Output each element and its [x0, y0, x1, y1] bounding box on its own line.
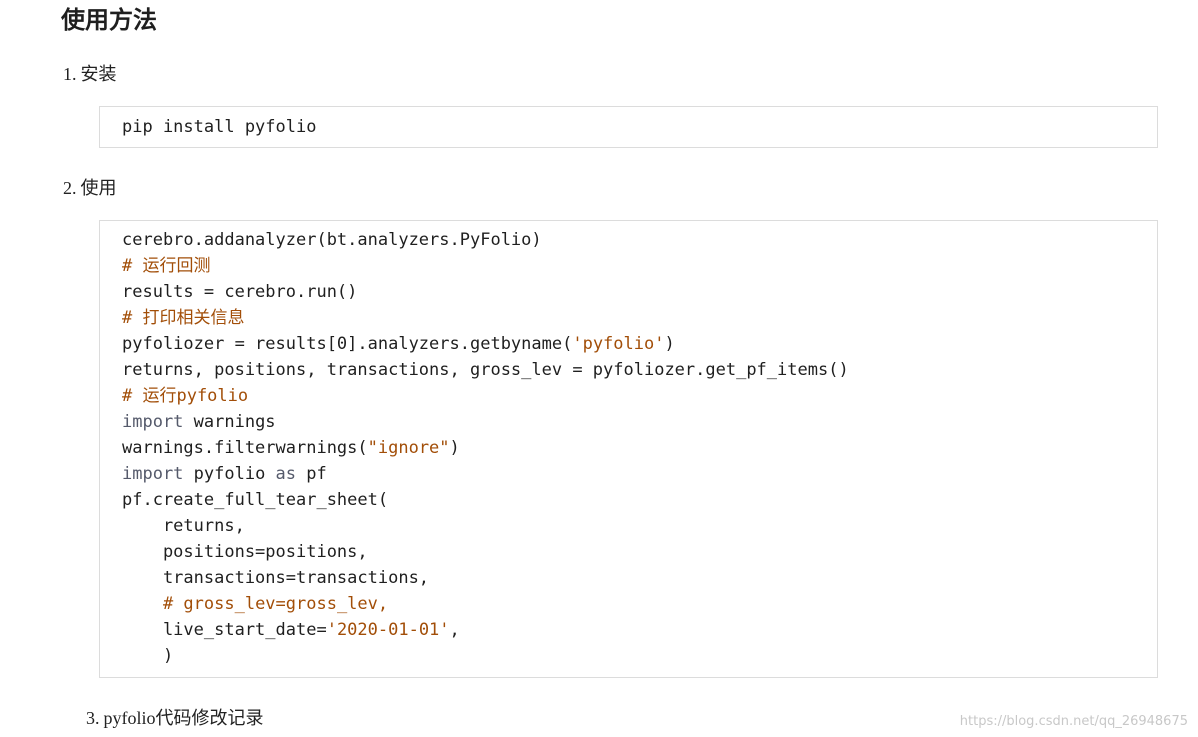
code-line: returns, positions, transactions, gross_… [122, 357, 1157, 383]
code-token-comment: # 运行回测 [122, 256, 211, 276]
code-line: pyfoliozer = results[0].analyzers.getbyn… [122, 331, 1157, 357]
code-line: positions=positions, [122, 539, 1157, 565]
code-token-plain: warnings [183, 412, 276, 432]
code-token-string: "ignore" [367, 438, 450, 458]
code-line: transactions=transactions, [122, 565, 1157, 591]
code-token-plain: live_start_date= [122, 620, 327, 640]
code-line: # 运行pyfolio [122, 383, 1157, 409]
step-label: 安装 [80, 64, 117, 84]
code-token-plain: pyfolio [183, 464, 276, 484]
install-code-block[interactable]: pip install pyfolio [99, 106, 1158, 148]
code-token-plain: pyfoliozer = results[0].analyzers.getbyn… [122, 334, 573, 354]
code-line: # 打印相关信息 [122, 305, 1157, 331]
code-token-plain: , [449, 620, 460, 640]
usage-code-block[interactable]: cerebro.addanalyzer(bt.analyzers.PyFolio… [99, 220, 1158, 678]
code-token-plain: results = cerebro.run() [122, 282, 358, 302]
code-line: pip install pyfolio [122, 117, 317, 137]
code-token-plain: pf.create_full_tear_sheet( [122, 490, 389, 510]
code-token-plain: pf [296, 464, 327, 484]
code-token-plain: ) [664, 334, 675, 354]
code-token-plain: warnings.filterwarnings( [122, 438, 368, 458]
usage-code: cerebro.addanalyzer(bt.analyzers.PyFolio… [100, 221, 1157, 669]
step-3-pyfolio-changes: 3. pyfolio代码修改记录 [86, 705, 264, 731]
code-token-keyword: import [122, 412, 184, 432]
code-token-comment: # 运行pyfolio [122, 386, 249, 406]
code-token-comment: # gross_lev=gross_lev, [162, 594, 389, 614]
code-token-string: 'pyfolio' [572, 334, 665, 354]
step-1-install: 1. 安装 [63, 61, 117, 87]
code-line: import warnings [122, 409, 1157, 435]
code-token-keyword: as [275, 464, 297, 484]
code-token-string: '2020-01-01' [326, 620, 450, 640]
code-token-plain: cerebro.addanalyzer(bt.analyzers.PyFolio… [122, 230, 542, 250]
code-line: warnings.filterwarnings("ignore") [122, 435, 1157, 461]
code-line: live_start_date='2020-01-01', [122, 617, 1157, 643]
code-token-plain: returns, positions, transactions, gross_… [122, 360, 849, 380]
code-token-plain: ) [449, 438, 460, 458]
step-number: 2. [63, 178, 77, 198]
code-token-plain: positions=positions, [122, 542, 368, 562]
step-2-usage: 2. 使用 [63, 175, 117, 201]
code-token-plain: transactions=transactions, [122, 568, 430, 588]
section-heading: 使用方法 [61, 6, 157, 34]
code-line: # 运行回测 [122, 253, 1157, 279]
code-token-plain: returns, [122, 516, 245, 536]
code-token-comment: # 打印相关信息 [122, 308, 245, 328]
code-line: returns, [122, 513, 1157, 539]
code-line: import pyfolio as pf [122, 461, 1157, 487]
step-number: 3. [86, 708, 100, 728]
code-line: results = cerebro.run() [122, 279, 1157, 305]
watermark: https://blog.csdn.net/qq_26948675 [959, 714, 1188, 729]
step-label: 使用 [80, 178, 117, 198]
code-line: pf.create_full_tear_sheet( [122, 487, 1157, 513]
code-line: # gross_lev=gross_lev, [122, 591, 1157, 617]
code-token-plain: ) [122, 646, 174, 666]
code-token-keyword: import [122, 464, 184, 484]
step-number: 1. [63, 64, 77, 84]
code-line: cerebro.addanalyzer(bt.analyzers.PyFolio… [122, 227, 1157, 253]
code-line: ) [122, 643, 1157, 669]
step-label: pyfolio代码修改记录 [103, 708, 264, 728]
